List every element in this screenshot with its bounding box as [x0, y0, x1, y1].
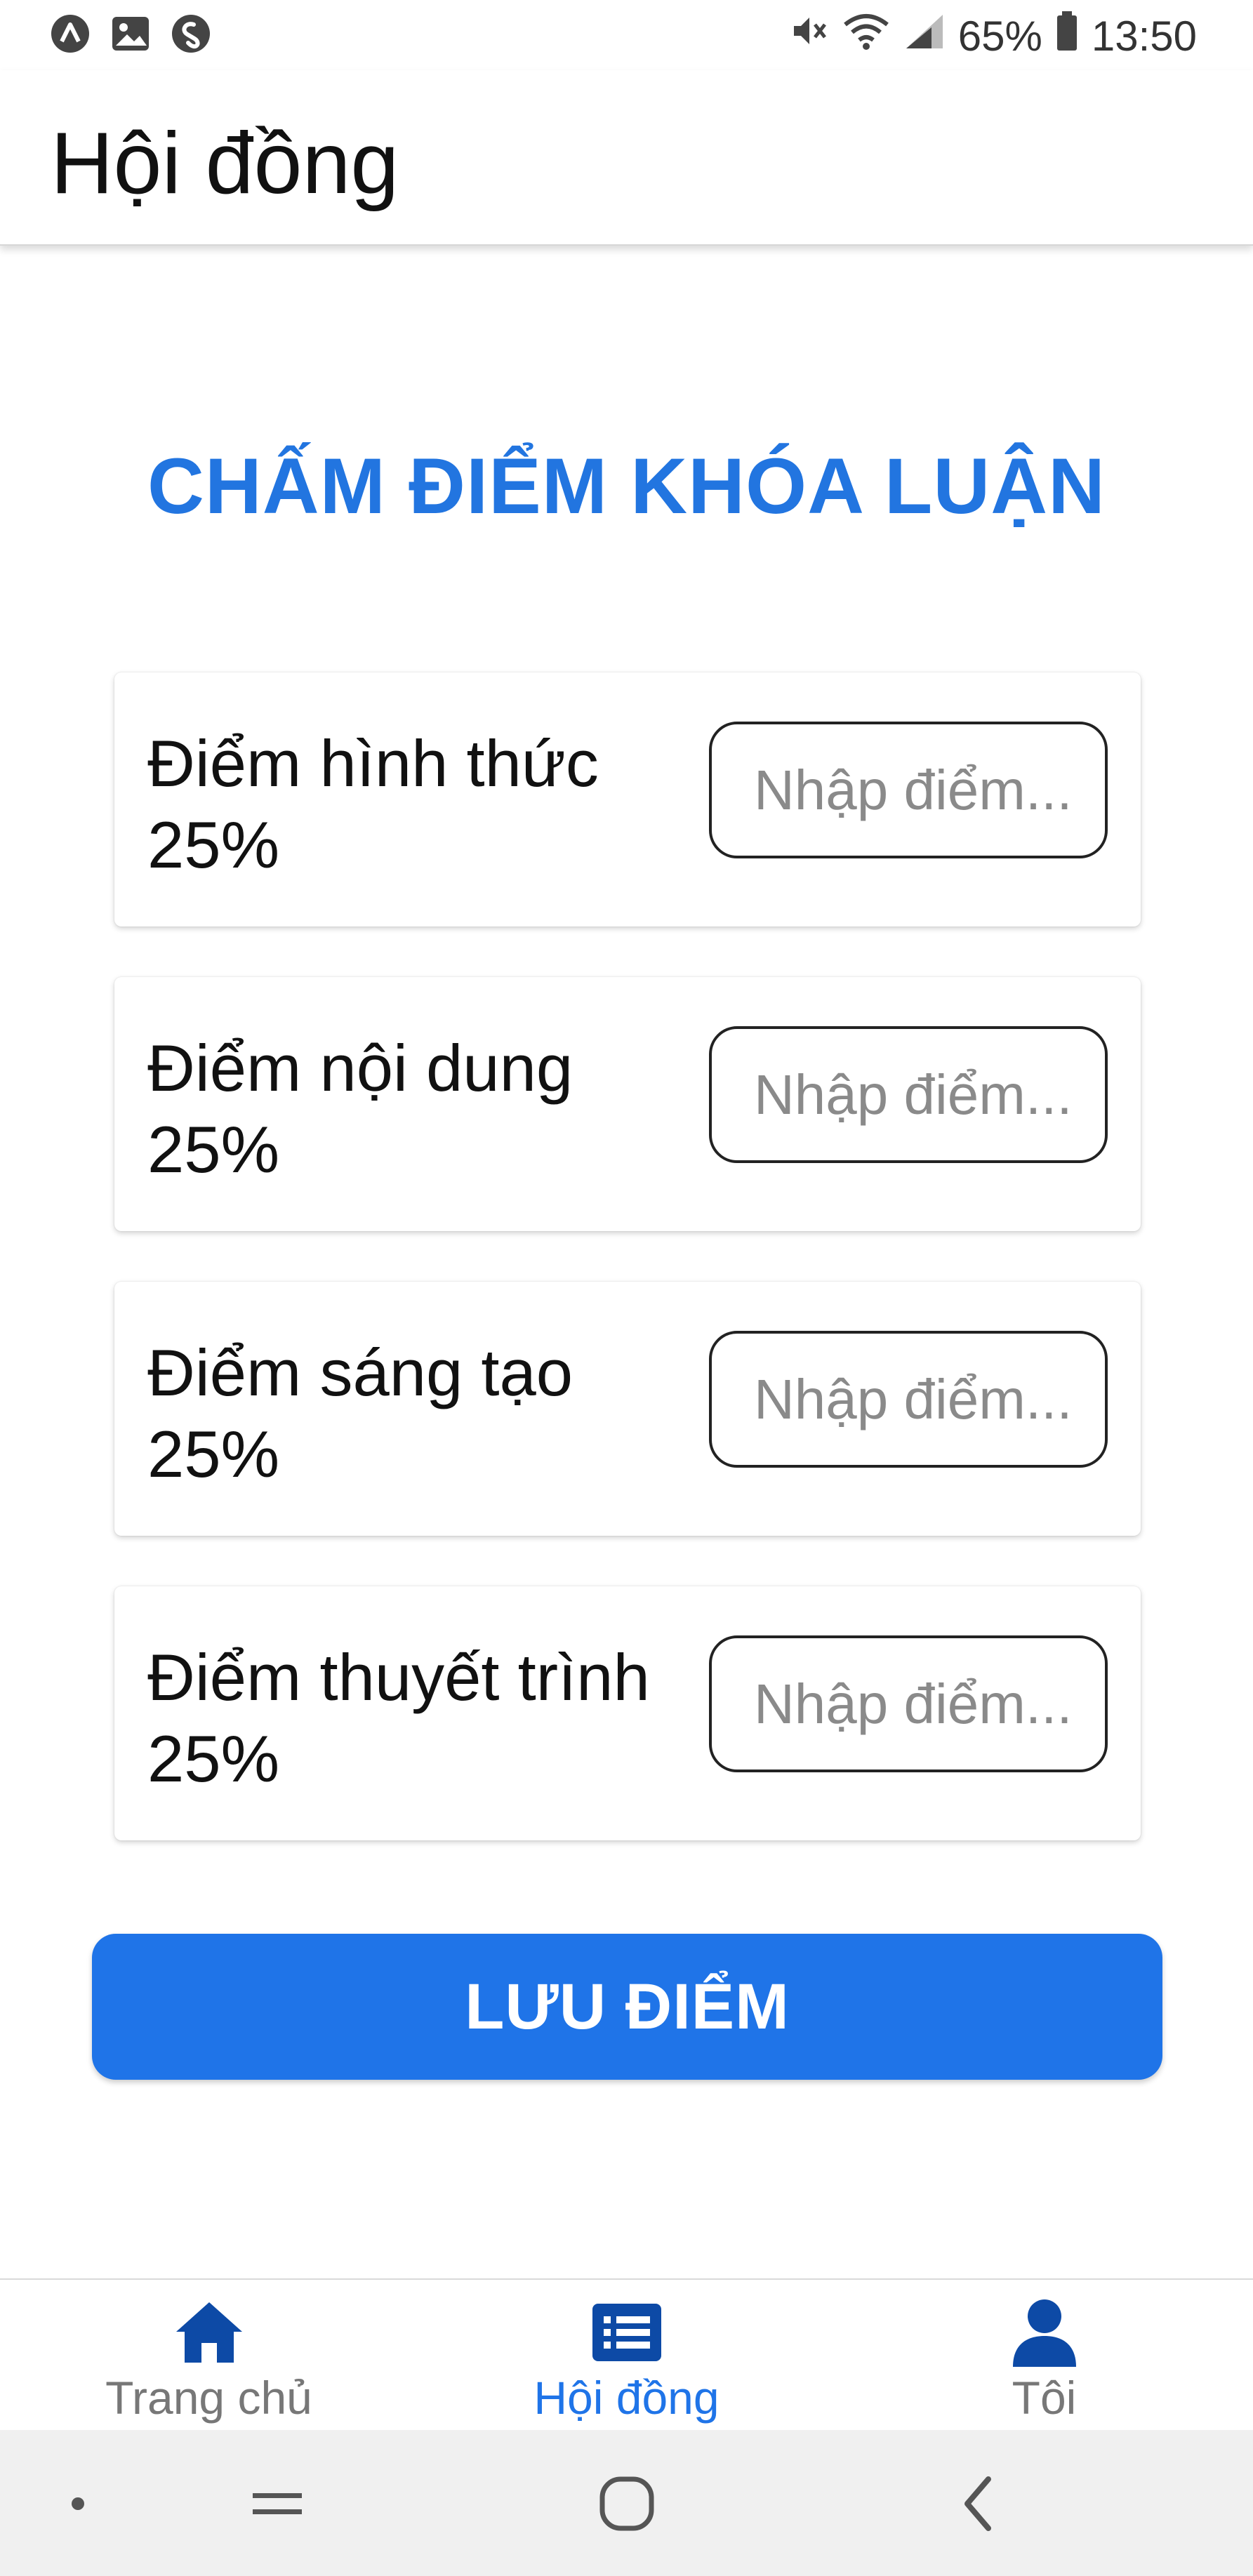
score-input-creativity[interactable]: [709, 1331, 1108, 1468]
score-input-form[interactable]: [709, 722, 1108, 858]
user-icon: [1006, 2294, 1083, 2371]
signal-icon: [903, 11, 946, 61]
criterion-label-block: Điểm sáng tạo 25%: [147, 1332, 681, 1495]
page-title: Hội đồng: [51, 115, 399, 212]
tab-me[interactable]: Tôi: [835, 2280, 1253, 2431]
bottom-tab-bar: Trang chủ Hội đồng Tôi: [0, 2278, 1253, 2431]
dot-icon: [39, 2465, 117, 2542]
criterion-label: Điểm hình thức: [147, 726, 599, 800]
app-header: Hội đồng: [0, 70, 1253, 246]
criterion-label-block: Điểm nội dung 25%: [147, 1028, 681, 1190]
notification-icons: [49, 13, 212, 55]
criterion-card-content: Điểm nội dung 25%: [114, 977, 1141, 1231]
criterion-weight: 25%: [147, 808, 280, 882]
score-input-content[interactable]: [709, 1026, 1108, 1163]
list-icon: [588, 2294, 665, 2371]
save-score-button[interactable]: LƯU ĐIỂM: [92, 1934, 1162, 2080]
criterion-card-presentation: Điểm thuyết trình 25%: [114, 1586, 1141, 1840]
criterion-weight: 25%: [147, 1417, 280, 1491]
clock: 13:50: [1091, 12, 1197, 60]
status-bar: 65% 13:50: [0, 0, 1253, 70]
home-icon: [171, 2294, 248, 2371]
mute-icon: [788, 11, 829, 61]
wifi-icon: [842, 11, 891, 61]
criterion-weight: 25%: [147, 1722, 280, 1795]
criterion-label-block: Điểm hình thức 25%: [147, 723, 681, 886]
recent-apps-icon[interactable]: [239, 2465, 316, 2542]
battery-percent: 65%: [957, 12, 1042, 60]
score-input-presentation[interactable]: [709, 1635, 1108, 1772]
section-title: CHẤM ĐIỂM KHÓA LUẬN: [147, 442, 1106, 530]
criterion-label: Điểm nội dung: [147, 1031, 574, 1105]
criterion-card-form: Điểm hình thức 25%: [114, 672, 1141, 927]
criterion-label: Điểm sáng tạo: [147, 1336, 574, 1409]
system-status: 65% 13:50: [788, 10, 1197, 62]
tab-label: Trang chủ: [105, 2372, 312, 2424]
tab-label: Tôi: [1012, 2372, 1077, 2424]
criterion-weight: 25%: [147, 1113, 280, 1186]
battery-icon: [1055, 10, 1079, 62]
home-button-icon[interactable]: [588, 2465, 665, 2542]
back-icon[interactable]: [941, 2465, 1018, 2542]
gallery-icon: [110, 13, 152, 55]
tab-label: Hội đồng: [533, 2372, 720, 2424]
system-nav-bar: [0, 2430, 1253, 2576]
criterion-label-block: Điểm thuyết trình 25%: [147, 1637, 681, 1800]
tab-council[interactable]: Hội đồng: [418, 2280, 835, 2431]
criterion-label: Điểm thuyết trình: [147, 1640, 650, 1714]
shazam-icon: [170, 13, 212, 55]
app-a-icon: [49, 13, 91, 55]
criterion-card-creativity: Điểm sáng tạo 25%: [114, 1282, 1141, 1536]
tab-home[interactable]: Trang chủ: [0, 2280, 418, 2431]
